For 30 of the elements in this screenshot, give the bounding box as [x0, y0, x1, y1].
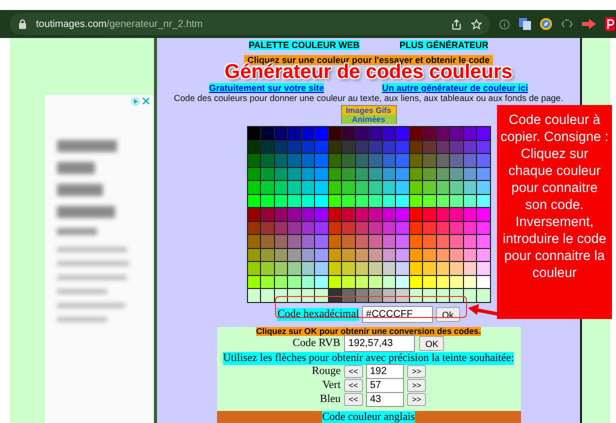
nav-link[interactable]: PLUS GÉNÉRATEUR	[400, 40, 488, 50]
channel-label: Bleu	[318, 393, 341, 406]
hex-input[interactable]: #CCCCFF	[362, 306, 434, 323]
ok-button[interactable]: OK	[419, 336, 444, 351]
decrease-button[interactable]: <<	[344, 379, 363, 392]
channel-input[interactable]: 57	[366, 378, 404, 393]
increase-button[interactable]: >>	[407, 379, 426, 392]
hex-label: Code hexadécimal	[277, 308, 360, 321]
url-text: toutimages.com/generateur_nr_2.htm	[36, 18, 203, 30]
increase-button[interactable]: >>	[407, 365, 426, 378]
decrease-button[interactable]: <<	[344, 393, 363, 406]
page-title: Générateur de codes couleurs	[224, 62, 512, 83]
rgb-input[interactable]: 192,57,43	[344, 335, 416, 352]
address-bar[interactable]: toutimages.com/generateur_nr_2.htm	[10, 13, 490, 35]
channel-input[interactable]: 192	[366, 364, 404, 379]
description-text: Code des couleurs pour donner une couleur au texte, aux liens, aux tableaux ou aux fonds de page.	[174, 93, 564, 103]
footer-heading: Code couleur anglais	[322, 410, 415, 423]
increase-button[interactable]: >>	[407, 393, 426, 406]
channel-label: Rouge	[310, 365, 341, 378]
annotation-callout: Code couleur à copier. Consigne : Cliquez sur chaque couleur pour connaitre son code. Inversement, introduire le code pour connaitre la couleur	[497, 105, 612, 319]
text-link[interactable]: Gratuitement sur votre site	[208, 83, 324, 93]
rgb-label: Code RVB	[292, 337, 340, 350]
nav-link[interactable]: PALETTE COULEUR WEB	[248, 40, 360, 50]
text-link[interactable]: Un autre générateur de couleur ici	[382, 83, 528, 93]
instruction-text: Cliquez sur OK pour obtenir une conversion des codes.	[256, 326, 481, 336]
gif-banner-button[interactable]: Images Gifs Animées	[340, 105, 396, 124]
arrows-hint-text: Utilisez les flèches pour obtenir avec précision la teinte souhaitée:	[222, 352, 514, 364]
decrease-button[interactable]: <<	[344, 365, 363, 378]
channel-input[interactable]: 43	[366, 392, 404, 407]
channel-label: Vert	[321, 379, 341, 392]
